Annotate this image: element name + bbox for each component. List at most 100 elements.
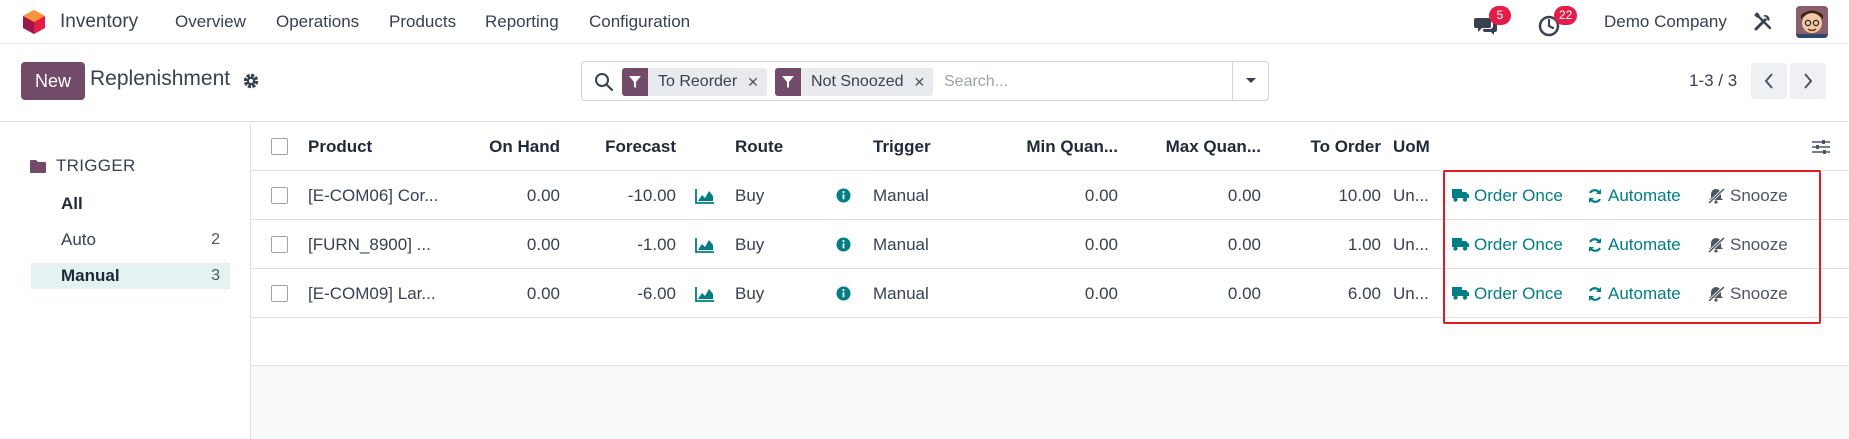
column-to-order[interactable]: To Order <box>1264 122 1381 171</box>
chevron-left-icon <box>1764 73 1773 89</box>
cell-on-hand: 0.00 <box>526 234 560 254</box>
cell-trigger[interactable]: Manual <box>873 171 973 220</box>
new-button[interactable]: New <box>21 62 85 100</box>
order-once-button[interactable]: Order Once <box>1452 269 1563 318</box>
column-max-quantity[interactable]: Max Quan... <box>1121 122 1261 171</box>
cell-forecast: -10.00 <box>627 185 676 205</box>
cell-to-order[interactable]: 10.00 <box>1264 171 1381 220</box>
search-bar: To Reorder ✕ Not Snoozed ✕ <box>581 61 1269 101</box>
pager-value[interactable]: 1-3 / 3 <box>1689 71 1737 91</box>
cell-min-quantity[interactable]: 0.00 <box>981 269 1118 318</box>
forecast-area-chart-icon[interactable] <box>695 171 717 220</box>
cell-max-quantity[interactable]: 0.00 <box>1121 171 1261 220</box>
order-once-label: Order Once <box>1474 283 1563 303</box>
column-forecast[interactable]: Forecast <box>563 122 676 171</box>
table-row[interactable]: [E-COM09] Lar... 0.00 -6.00 Buy Manual 0… <box>251 269 1849 318</box>
search-options-toggle[interactable] <box>1232 62 1268 100</box>
activities-button[interactable]: 22 <box>1537 6 1578 38</box>
cell-max-quantity[interactable]: 0.00 <box>1121 269 1261 318</box>
app-name[interactable]: Inventory <box>60 0 138 44</box>
menu-operations[interactable]: Operations <box>276 0 359 44</box>
order-once-button[interactable]: Order Once <box>1452 220 1563 269</box>
cell-trigger[interactable]: Manual <box>873 220 973 269</box>
info-circle-icon[interactable] <box>836 171 856 220</box>
cell-to-order[interactable]: 6.00 <box>1264 269 1381 318</box>
snooze-button[interactable]: Snooze <box>1708 220 1788 269</box>
cell-product[interactable]: [FURN_8900] ... <box>308 220 448 269</box>
replenishment-list: Product On Hand Forecast Route Trigger M… <box>251 122 1849 439</box>
refresh-icon <box>1588 188 1602 203</box>
snooze-button[interactable]: Snooze <box>1708 171 1788 220</box>
optional-columns-sliders-icon[interactable] <box>1811 122 1835 171</box>
column-uom[interactable]: UoM <box>1393 122 1443 171</box>
cell-min-quantity[interactable]: 0.00 <box>981 171 1118 220</box>
menu-reporting[interactable]: Reporting <box>485 0 559 44</box>
menu-configuration[interactable]: Configuration <box>589 0 690 44</box>
folder-icon <box>30 160 46 173</box>
cell-route[interactable]: Buy <box>735 220 815 269</box>
snooze-label: Snooze <box>1730 185 1788 205</box>
column-min-quantity[interactable]: Min Quan... <box>981 122 1118 171</box>
cell-trigger[interactable]: Manual <box>873 269 973 318</box>
sidebar-item-label: Auto <box>61 230 96 249</box>
table-row[interactable]: [E-COM06] Cor... 0.00 -10.00 Buy Manual … <box>251 171 1849 220</box>
gear-icon[interactable] <box>242 72 260 90</box>
debug-tools-icon[interactable] <box>1753 0 1773 44</box>
info-circle-icon[interactable] <box>836 269 856 318</box>
refresh-icon <box>1588 237 1602 252</box>
snooze-button[interactable]: Snooze <box>1708 269 1788 318</box>
cell-route[interactable]: Buy <box>735 171 815 220</box>
remove-facet-icon[interactable]: ✕ <box>914 74 934 91</box>
cell-uom[interactable]: Un... <box>1393 220 1439 269</box>
sidebar-item-manual[interactable]: Manual 3 <box>31 263 230 289</box>
cell-min-quantity[interactable]: 0.00 <box>981 220 1118 269</box>
search-icon <box>594 72 614 92</box>
facet-to-reorder[interactable]: To Reorder ✕ <box>622 68 767 96</box>
column-route[interactable]: Route <box>735 122 835 171</box>
truck-icon <box>1452 287 1469 300</box>
facet-not-snoozed[interactable]: Not Snoozed ✕ <box>775 68 934 96</box>
cell-uom[interactable]: Un... <box>1393 171 1439 220</box>
sidebar-item-all[interactable]: All <box>31 191 230 217</box>
cell-to-order[interactable]: 1.00 <box>1264 220 1381 269</box>
user-avatar[interactable] <box>1796 6 1828 38</box>
select-all-checkbox[interactable] <box>271 138 288 155</box>
menu-overview[interactable]: Overview <box>175 0 246 44</box>
info-circle-icon[interactable] <box>836 220 856 269</box>
pager-previous-button[interactable] <box>1751 63 1787 99</box>
row-checkbox[interactable] <box>271 187 288 204</box>
cell-route[interactable]: Buy <box>735 269 815 318</box>
cell-product[interactable]: [E-COM06] Cor... <box>308 171 448 220</box>
row-checkbox[interactable] <box>271 236 288 253</box>
menu-products[interactable]: Products <box>389 0 456 44</box>
cell-product[interactable]: [E-COM09] Lar... <box>308 269 448 318</box>
cell-max-quantity[interactable]: 0.00 <box>1121 220 1261 269</box>
cell-uom[interactable]: Un... <box>1393 269 1439 318</box>
page-title: Replenishment <box>90 67 231 90</box>
empty-row <box>251 318 1849 366</box>
cell-on-hand: 0.00 <box>526 283 560 303</box>
pager-next-button[interactable] <box>1790 63 1826 99</box>
column-trigger[interactable]: Trigger <box>873 122 973 171</box>
column-on-hand[interactable]: On Hand <box>451 122 560 171</box>
messages-button[interactable]: 5 <box>1472 6 1511 38</box>
truck-icon <box>1452 189 1469 202</box>
automate-button[interactable]: Automate <box>1587 171 1681 220</box>
column-product[interactable]: Product <box>308 122 448 171</box>
table-header: Product On Hand Forecast Route Trigger M… <box>251 122 1849 171</box>
order-once-label: Order Once <box>1474 234 1563 254</box>
bell-slash-icon <box>1708 187 1725 204</box>
order-once-button[interactable]: Order Once <box>1452 171 1563 220</box>
row-checkbox[interactable] <box>271 285 288 302</box>
forecast-area-chart-icon[interactable] <box>695 269 717 318</box>
app-logo-icon[interactable] <box>22 0 46 44</box>
automate-button[interactable]: Automate <box>1587 269 1681 318</box>
search-panel: TRIGGER All Auto 2 Manual 3 <box>0 122 251 439</box>
sidebar-item-auto[interactable]: Auto 2 <box>31 227 230 253</box>
automate-button[interactable]: Automate <box>1587 220 1681 269</box>
company-switcher[interactable]: Demo Company <box>1604 0 1727 44</box>
remove-facet-icon[interactable]: ✕ <box>747 74 767 91</box>
forecast-area-chart-icon[interactable] <box>695 220 717 269</box>
table-row[interactable]: [FURN_8900] ... 0.00 -1.00 Buy Manual 0.… <box>251 220 1849 269</box>
search-input[interactable] <box>944 70 1214 94</box>
